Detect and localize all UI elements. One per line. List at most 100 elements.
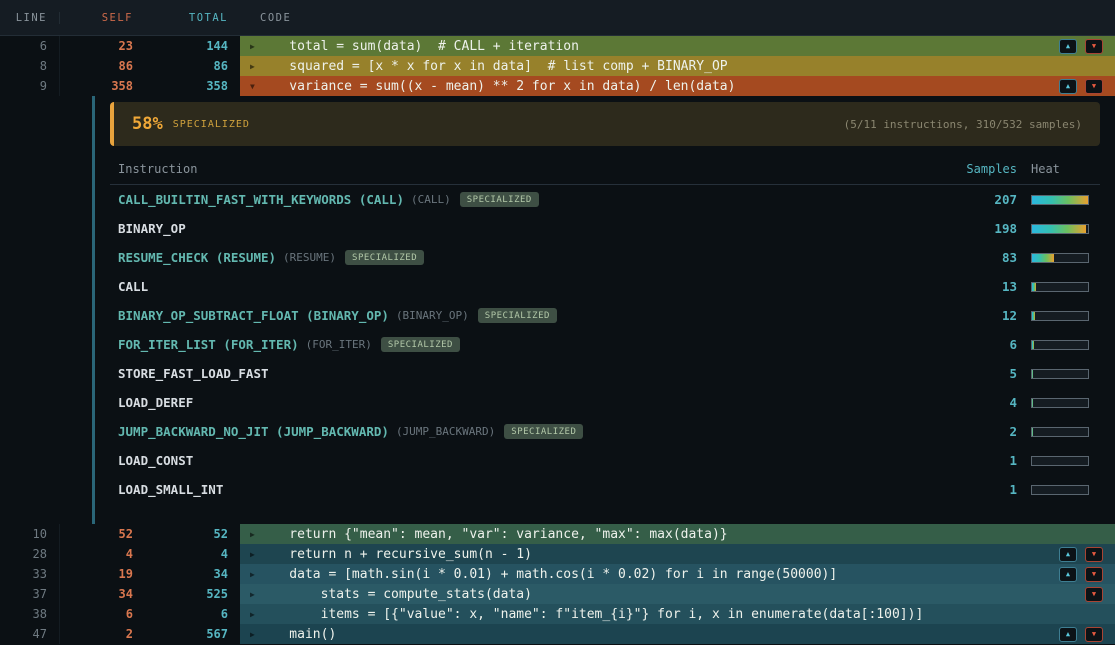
heat-bar [1031, 369, 1089, 379]
heat-bar [1031, 224, 1089, 234]
code-line-row: 6 23 144 ▶ total = sum(data) # CALL + it… [0, 36, 1115, 56]
sample-count: 6 [947, 337, 1017, 352]
expand-arrow-icon[interactable]: ▶ [240, 610, 258, 619]
instruction-base-opcode: (RESUME) [283, 251, 336, 264]
nav-buttons: ▲ ▼ [1051, 39, 1115, 54]
instruction-name: LOAD_DEREF [118, 395, 193, 410]
line-number: 37 [0, 584, 60, 604]
expand-arrow-icon[interactable]: ▶ [240, 530, 258, 539]
self-samples: 4 [60, 544, 145, 564]
nav-buttons: ▼ [1077, 587, 1115, 602]
expand-arrow-icon[interactable]: ▶ [240, 42, 258, 51]
heat-bar-fill [1032, 399, 1033, 407]
code-band[interactable]: ▶ data = [math.sin(i * 0.01) + math.cos(… [240, 564, 1115, 584]
code-band[interactable]: ▶ main() ▲ ▼ [240, 624, 1115, 644]
heat-bar-fill [1032, 283, 1036, 291]
heat-bar [1031, 485, 1089, 495]
self-samples: 34 [60, 584, 145, 604]
code-text: items = [{"value": x, "name": f"item_{i}… [258, 607, 923, 622]
instruction-base-opcode: (BINARY_OP) [396, 309, 469, 322]
instruction-row: LOAD_CONST 1 [110, 446, 1100, 475]
instruction-name: RESUME_CHECK (RESUME) [118, 250, 276, 265]
sample-count: 1 [947, 453, 1017, 468]
code-text: return {"mean": mean, "var": variance, "… [258, 527, 728, 542]
sample-count: 83 [947, 250, 1017, 265]
heat-bar-fill [1032, 312, 1035, 320]
instruction-name: LOAD_CONST [118, 453, 193, 468]
instruction-row: LOAD_SMALL_INT 1 [110, 475, 1100, 504]
expand-arrow-icon[interactable]: ▶ [240, 590, 258, 599]
jump-down-button[interactable]: ▼ [1085, 567, 1103, 582]
line-detail-panel: 58% SPECIALIZED (5/11 instructions, 310/… [92, 96, 1115, 524]
specialized-badge: SPECIALIZED [460, 192, 539, 207]
instruction-table: Instruction Samples Heat CALL_BUILTIN_FA… [110, 158, 1100, 504]
code-line-row: 38 6 6 ▶ items = [{"value": x, "name": f… [0, 604, 1115, 624]
code-band[interactable]: ▼ variance = sum((x - mean) ** 2 for x i… [240, 76, 1115, 96]
total-samples: 52 [145, 524, 240, 544]
instruction-name: STORE_FAST_LOAD_FAST [118, 366, 269, 381]
line-number: 38 [0, 604, 60, 624]
instruction-row: LOAD_DEREF 4 [110, 388, 1100, 417]
heat-bar-fill [1032, 254, 1054, 262]
total-column-header: TOTAL [145, 12, 240, 24]
jump-down-button[interactable]: ▼ [1085, 39, 1103, 54]
specialized-badge: SPECIALIZED [381, 337, 460, 352]
code-band[interactable]: ▶ return {"mean": mean, "var": variance,… [240, 524, 1115, 544]
sample-count: 13 [947, 279, 1017, 294]
code-band[interactable]: ▶ return n + recursive_sum(n - 1) ▲ ▼ [240, 544, 1115, 564]
expand-arrow-icon[interactable]: ▶ [240, 630, 258, 639]
total-samples: 567 [145, 624, 240, 644]
total-samples: 525 [145, 584, 240, 604]
specialized-badge: SPECIALIZED [345, 250, 424, 265]
jump-up-button[interactable]: ▲ [1059, 567, 1077, 582]
jump-up-button[interactable]: ▲ [1059, 547, 1077, 562]
instruction-base-opcode: (JUMP_BACKWARD) [396, 425, 495, 438]
heat-bar-fill [1032, 196, 1088, 204]
self-samples: 52 [60, 524, 145, 544]
expand-arrow-icon[interactable]: ▼ [240, 82, 258, 91]
line-number: 10 [0, 524, 60, 544]
heat-bar [1031, 282, 1089, 292]
code-band[interactable]: ▶ items = [{"value": x, "name": f"item_{… [240, 604, 1115, 624]
instruction-name: FOR_ITER_LIST (FOR_ITER) [118, 337, 299, 352]
expand-arrow-icon[interactable]: ▶ [240, 570, 258, 579]
code-band[interactable]: ▶ total = sum(data) # CALL + iteration ▲… [240, 36, 1115, 56]
jump-down-button[interactable]: ▼ [1085, 79, 1103, 94]
nav-buttons: ▲ ▼ [1051, 627, 1115, 642]
jump-up-button[interactable]: ▲ [1059, 79, 1077, 94]
code-text: total = sum(data) # CALL + iteration [258, 39, 579, 54]
total-samples: 358 [145, 76, 240, 96]
code-column-header: CODE [240, 12, 1115, 24]
heat-bar-fill [1032, 225, 1086, 233]
instruction-row: BINARY_OP 198 [110, 214, 1100, 243]
instruction-row: CALL 13 [110, 272, 1100, 301]
jump-up-button[interactable]: ▲ [1059, 39, 1077, 54]
instruction-name: BINARY_OP [118, 221, 186, 236]
instruction-base-opcode: (CALL) [411, 193, 451, 206]
code-line-row: 9 358 358 ▼ variance = sum((x - mean) **… [0, 76, 1115, 96]
code-text: main() [258, 627, 336, 642]
total-samples: 6 [145, 604, 240, 624]
sample-count: 5 [947, 366, 1017, 381]
instruction-name: LOAD_SMALL_INT [118, 482, 223, 497]
code-line-row: 10 52 52 ▶ return {"mean": mean, "var": … [0, 524, 1115, 544]
code-band[interactable]: ▶ stats = compute_stats(data) ▼ [240, 584, 1115, 604]
expand-arrow-icon[interactable]: ▶ [240, 550, 258, 559]
hot-lines-top: 6 23 144 ▶ total = sum(data) # CALL + it… [0, 36, 1115, 96]
jump-up-button[interactable]: ▲ [1059, 627, 1077, 642]
jump-down-button[interactable]: ▼ [1085, 587, 1103, 602]
instruction-row: JUMP_BACKWARD_NO_JIT (JUMP_BACKWARD) (JU… [110, 417, 1100, 446]
instruction-row: BINARY_OP_SUBTRACT_FLOAT (BINARY_OP) (BI… [110, 301, 1100, 330]
line-column-header: LINE [0, 12, 60, 24]
sample-count: 12 [947, 308, 1017, 323]
line-number: 8 [0, 56, 60, 76]
column-header: LINE SELF TOTAL CODE [0, 0, 1115, 36]
total-samples: 4 [145, 544, 240, 564]
code-band[interactable]: ▶ squared = [x * x for x in data] # list… [240, 56, 1115, 76]
expand-arrow-icon[interactable]: ▶ [240, 62, 258, 71]
jump-down-button[interactable]: ▼ [1085, 627, 1103, 642]
heat-bar [1031, 311, 1089, 321]
jump-down-button[interactable]: ▼ [1085, 547, 1103, 562]
instruction-name: BINARY_OP_SUBTRACT_FLOAT (BINARY_OP) [118, 308, 389, 323]
heat-bar-fill [1032, 370, 1033, 378]
